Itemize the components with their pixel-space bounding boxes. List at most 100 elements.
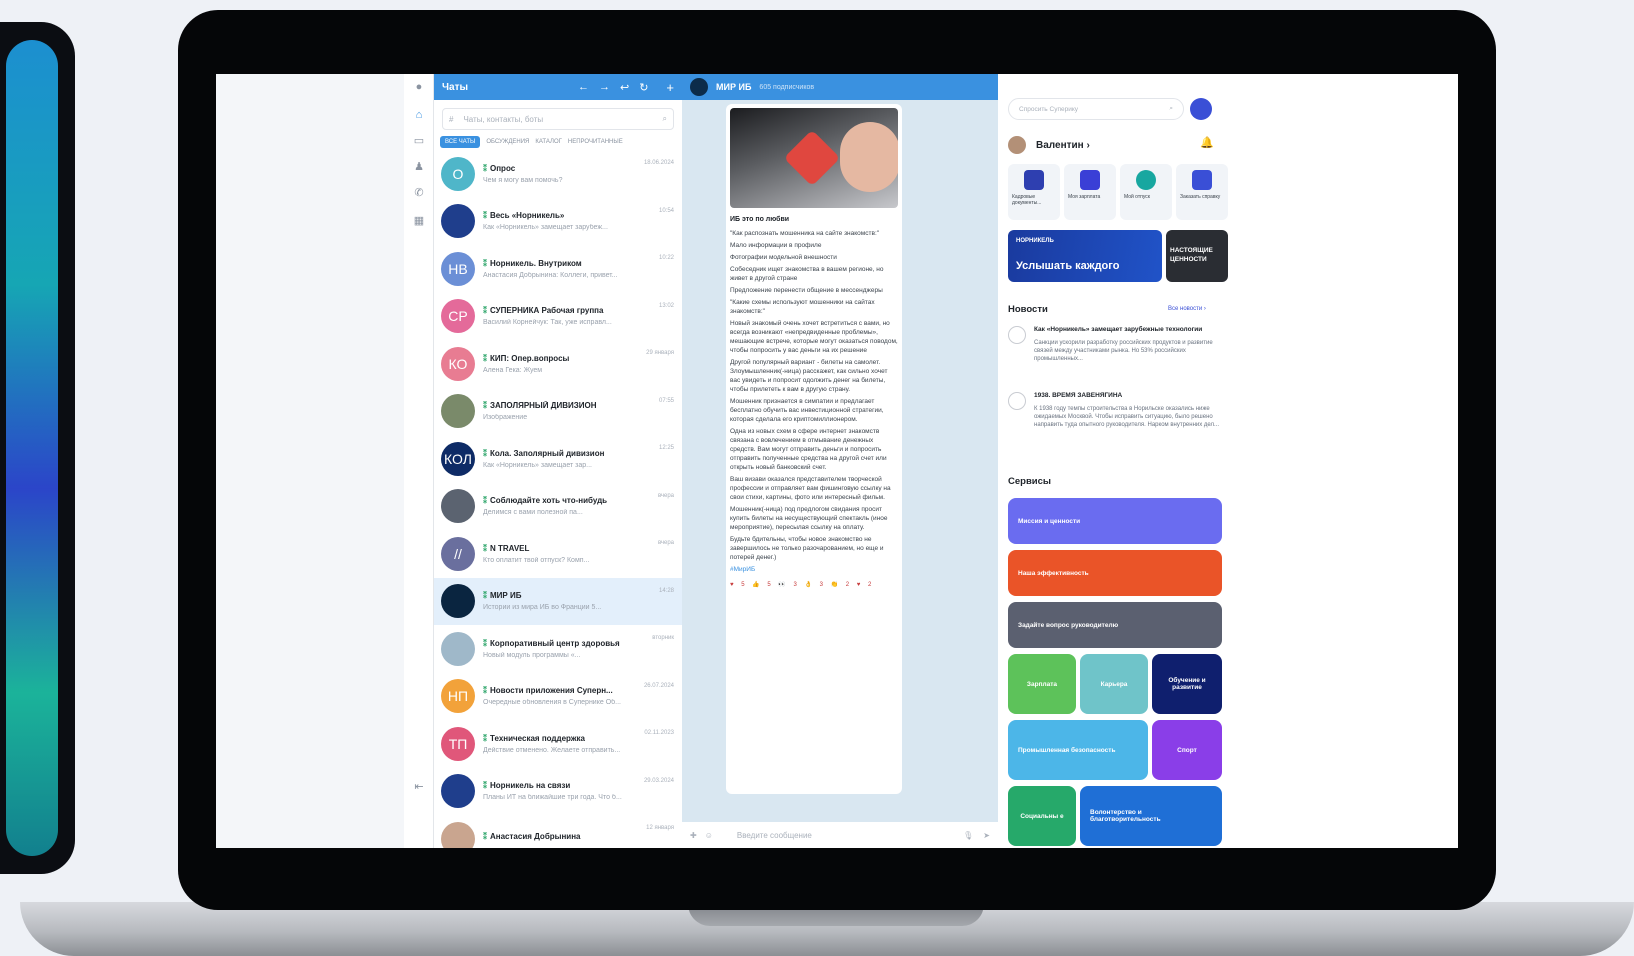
reply-icon[interactable]: ↩ [620, 81, 629, 94]
chat-list-item[interactable]: // ⁑ N TRAVEL Кто оплатит твой отпуск? Комп… [434, 530, 682, 578]
chat-name-text: Корпоративный центр здоровья [490, 638, 620, 648]
service-social[interactable]: Социальны е [1008, 786, 1076, 846]
user-profile-link[interactable]: Валентин › [1008, 136, 1090, 154]
chat-preview: Новый модуль программы «... [483, 651, 581, 659]
chat-list-item[interactable]: ⁑ Норникель на связи Планы ИТ на ближайшие… [434, 768, 682, 816]
chat-list-item[interactable]: КОЛ ⁑ Кола. Заполярный дивизион Как «Норник… [434, 435, 682, 483]
message-input[interactable]: Введите сообщение [737, 831, 963, 840]
phone-screen [6, 40, 58, 856]
chat-list-item[interactable]: ⁑ Соблюдайте хоть что-нибудь Делимся с вам… [434, 483, 682, 531]
service-career[interactable]: Карьера [1080, 654, 1148, 714]
chat-icon[interactable]: ▭ [412, 134, 426, 148]
phone-icon[interactable]: ✆ [412, 186, 426, 200]
chat-list-item[interactable]: НП ⁑ Новости приложения Суперн... Очередные… [434, 673, 682, 721]
forward-icon[interactable]: → [599, 81, 610, 93]
chat-avatar: НВ [441, 251, 475, 286]
chat-name-text: КИП: Опер.вопросы [490, 353, 570, 363]
collapse-icon[interactable]: ⇤ [412, 780, 426, 794]
tile-label: Заказать справку [1180, 194, 1221, 200]
tab-catalog[interactable]: КАТАЛОГ [535, 139, 561, 145]
chat-time: 29.03.2024 [643, 777, 674, 784]
chat-time: 12 января [646, 825, 674, 831]
service-volunteer[interactable]: Волонтерство и благотворительность [1080, 786, 1222, 846]
channel-post: ИБ это по любви "Как распознать мошенник… [726, 104, 902, 794]
chat-name: ⁑ Кола. Заполярный дивизион [483, 449, 674, 458]
chat-preview: Делимся с вами полезной па... [483, 509, 583, 517]
post-hashtag[interactable]: #МирИБ [730, 566, 898, 573]
tab-all-chats[interactable]: ВСЕ ЧАТЫ [440, 136, 481, 148]
chat-list: О ⁑ Опрос Чем я могу вам помочь? 18.06.2024 ⁑… [434, 150, 682, 848]
bell-icon[interactable]: 🔔 [1200, 136, 1214, 149]
history-icon[interactable]: ↻ [639, 81, 648, 94]
chat-list-item[interactable]: ⁑ Корпоративный центр здоровья Новый модул… [434, 625, 682, 673]
ruble-icon [1080, 170, 1100, 190]
tab-unread[interactable]: НЕПРОЧИТАННЫЕ [568, 139, 623, 145]
post-image[interactable] [730, 108, 898, 208]
group-icon: ⁑ [483, 733, 487, 743]
chat-preview: Анастасия Добрынина: Коллеги, привет... [483, 271, 618, 279]
chat-preview: Алена Гека: Жуем [483, 366, 543, 374]
chat-list-item[interactable]: ⁑ Анастасия Добрынина 12 января [434, 815, 682, 848]
service-ask-manager[interactable]: Задайте вопрос руководителю [1008, 602, 1222, 648]
attach-icon[interactable]: ✚ [690, 831, 697, 840]
home-icon[interactable]: ⌂ [412, 108, 426, 122]
avatar[interactable]: ● [412, 80, 426, 94]
channel-avatar[interactable] [690, 78, 708, 96]
emoji-icon[interactable]: ☺ [705, 831, 713, 840]
chat-name-text: Новости приложения Суперн... [490, 686, 613, 696]
banner-values[interactable]: НАСТОЯЩИЕ ЦЕННОСТИ [1166, 230, 1228, 282]
chat-time: 10:54 [658, 207, 674, 214]
chat-list-item[interactable]: СР ⁑ СУПЕРНИКА Рабочая группа Василий Корне… [434, 293, 682, 341]
certificate-icon [1192, 170, 1212, 190]
mic-icon[interactable]: 🎙 [963, 831, 973, 840]
contacts-icon[interactable]: ♟ [412, 160, 426, 174]
chat-list-item[interactable]: О ⁑ Опрос Чем я могу вам помочь? 18.06.2024 [434, 150, 682, 198]
banner-hear-everyone[interactable]: НОРНИКЕЛЬ Услышать каждого [1008, 230, 1162, 282]
post-line: Мало информации в профиле [730, 242, 822, 249]
add-chat-icon[interactable]: + [666, 80, 674, 95]
chat-time: 14:28 [658, 587, 674, 594]
tile-hr-documents[interactable]: Кадровые документы... [1008, 164, 1060, 220]
chat-list-item[interactable]: ⁑ ЗАПОЛЯРНЫЙ ДИВИЗИОН Изображение 07:55 [434, 388, 682, 436]
chat-preview: Чем я могу вам помочь? [483, 176, 563, 184]
news-item[interactable]: 1938. ВРЕМЯ ЗАВЕНЯГИНА К 1938 году темпы… [1008, 392, 1220, 429]
chat-info: ⁑ Норникель на связи Планы ИТ на ближайшие… [483, 781, 674, 801]
channel-title[interactable]: МИР ИБ [716, 82, 751, 92]
chat-list-item[interactable]: ТП ⁑ Техническая поддержка Действие отменен… [434, 720, 682, 768]
service-salary[interactable]: Зарплата [1008, 654, 1076, 714]
tile-certificate[interactable]: Заказать справку [1176, 164, 1228, 220]
service-label: Волонтерство и благотворительность [1090, 809, 1161, 823]
service-label: Промышленная безопасность [1018, 746, 1116, 754]
chat-list-item[interactable]: ⁑ МИР ИБ Истории из мира ИБ во Франции 5..… [434, 577, 682, 625]
post-title: ИБ это по любви [730, 216, 790, 223]
service-mission[interactable]: Миссия и ценности [1008, 498, 1222, 544]
chat-time: 29 января [646, 350, 674, 356]
chat-list-item[interactable]: ⁑ Весь «Норникель» Как «Норникель» замещае… [434, 198, 682, 246]
chat-search-input[interactable]: # Чаты, контакты, боты ⌕ [442, 108, 674, 130]
apps-icon[interactable]: ▦ [412, 214, 426, 228]
news-item[interactable]: Как «Норникель» замещает зарубежные техн… [1008, 326, 1220, 363]
service-training[interactable]: Обучение и развитие [1152, 654, 1222, 714]
chat-info: ⁑ Соблюдайте хоть что-нибудь Делимся с вам… [483, 496, 674, 516]
service-sport[interactable]: Спорт [1152, 720, 1222, 780]
search-placeholder: Чаты, контакты, боты [463, 114, 544, 124]
chat-list-item[interactable]: КО ⁑ КИП: Опер.вопросы Алена Гека: Жуем 29 я… [434, 340, 682, 388]
post-reactions[interactable]: ♥ 5 👍 5 👀 3 👌 3 👏 2 ♥ 2 [730, 581, 898, 588]
tile-salary[interactable]: Моя зарплата [1064, 164, 1116, 220]
assistant-search-input[interactable]: Спросить Суперику ⌕ [1008, 98, 1184, 120]
send-icon[interactable]: ➤ [983, 831, 990, 840]
tab-discussions[interactable]: ОБСУЖДЕНИЯ [486, 139, 529, 145]
chats-panel: Чаты ← → ↩ ↻ + # Чаты, контакты, боты ⌕ … [434, 74, 682, 848]
news-item-body: К 1938 году темпы строительства в Нориль… [1034, 406, 1220, 428]
service-label: Зарплата [1026, 680, 1058, 688]
assistant-bot-icon[interactable] [1190, 98, 1212, 120]
service-industrial-safety[interactable]: Промышленная безопасность [1008, 720, 1148, 780]
all-news-link[interactable]: Все новости › [1168, 306, 1206, 312]
chat-preview: Изображение [483, 414, 528, 422]
chat-list-item[interactable]: НВ ⁑ Норникель. Внутриком Анастасия Добрыни… [434, 245, 682, 293]
hash-icon: # [449, 114, 454, 124]
service-efficiency[interactable]: Наша эффективность [1008, 550, 1222, 596]
tile-vacation[interactable]: Мой отпуск [1120, 164, 1172, 220]
back-icon[interactable]: ← [578, 81, 589, 93]
post-line: Предложение перенести общение в мессендж… [730, 287, 883, 294]
